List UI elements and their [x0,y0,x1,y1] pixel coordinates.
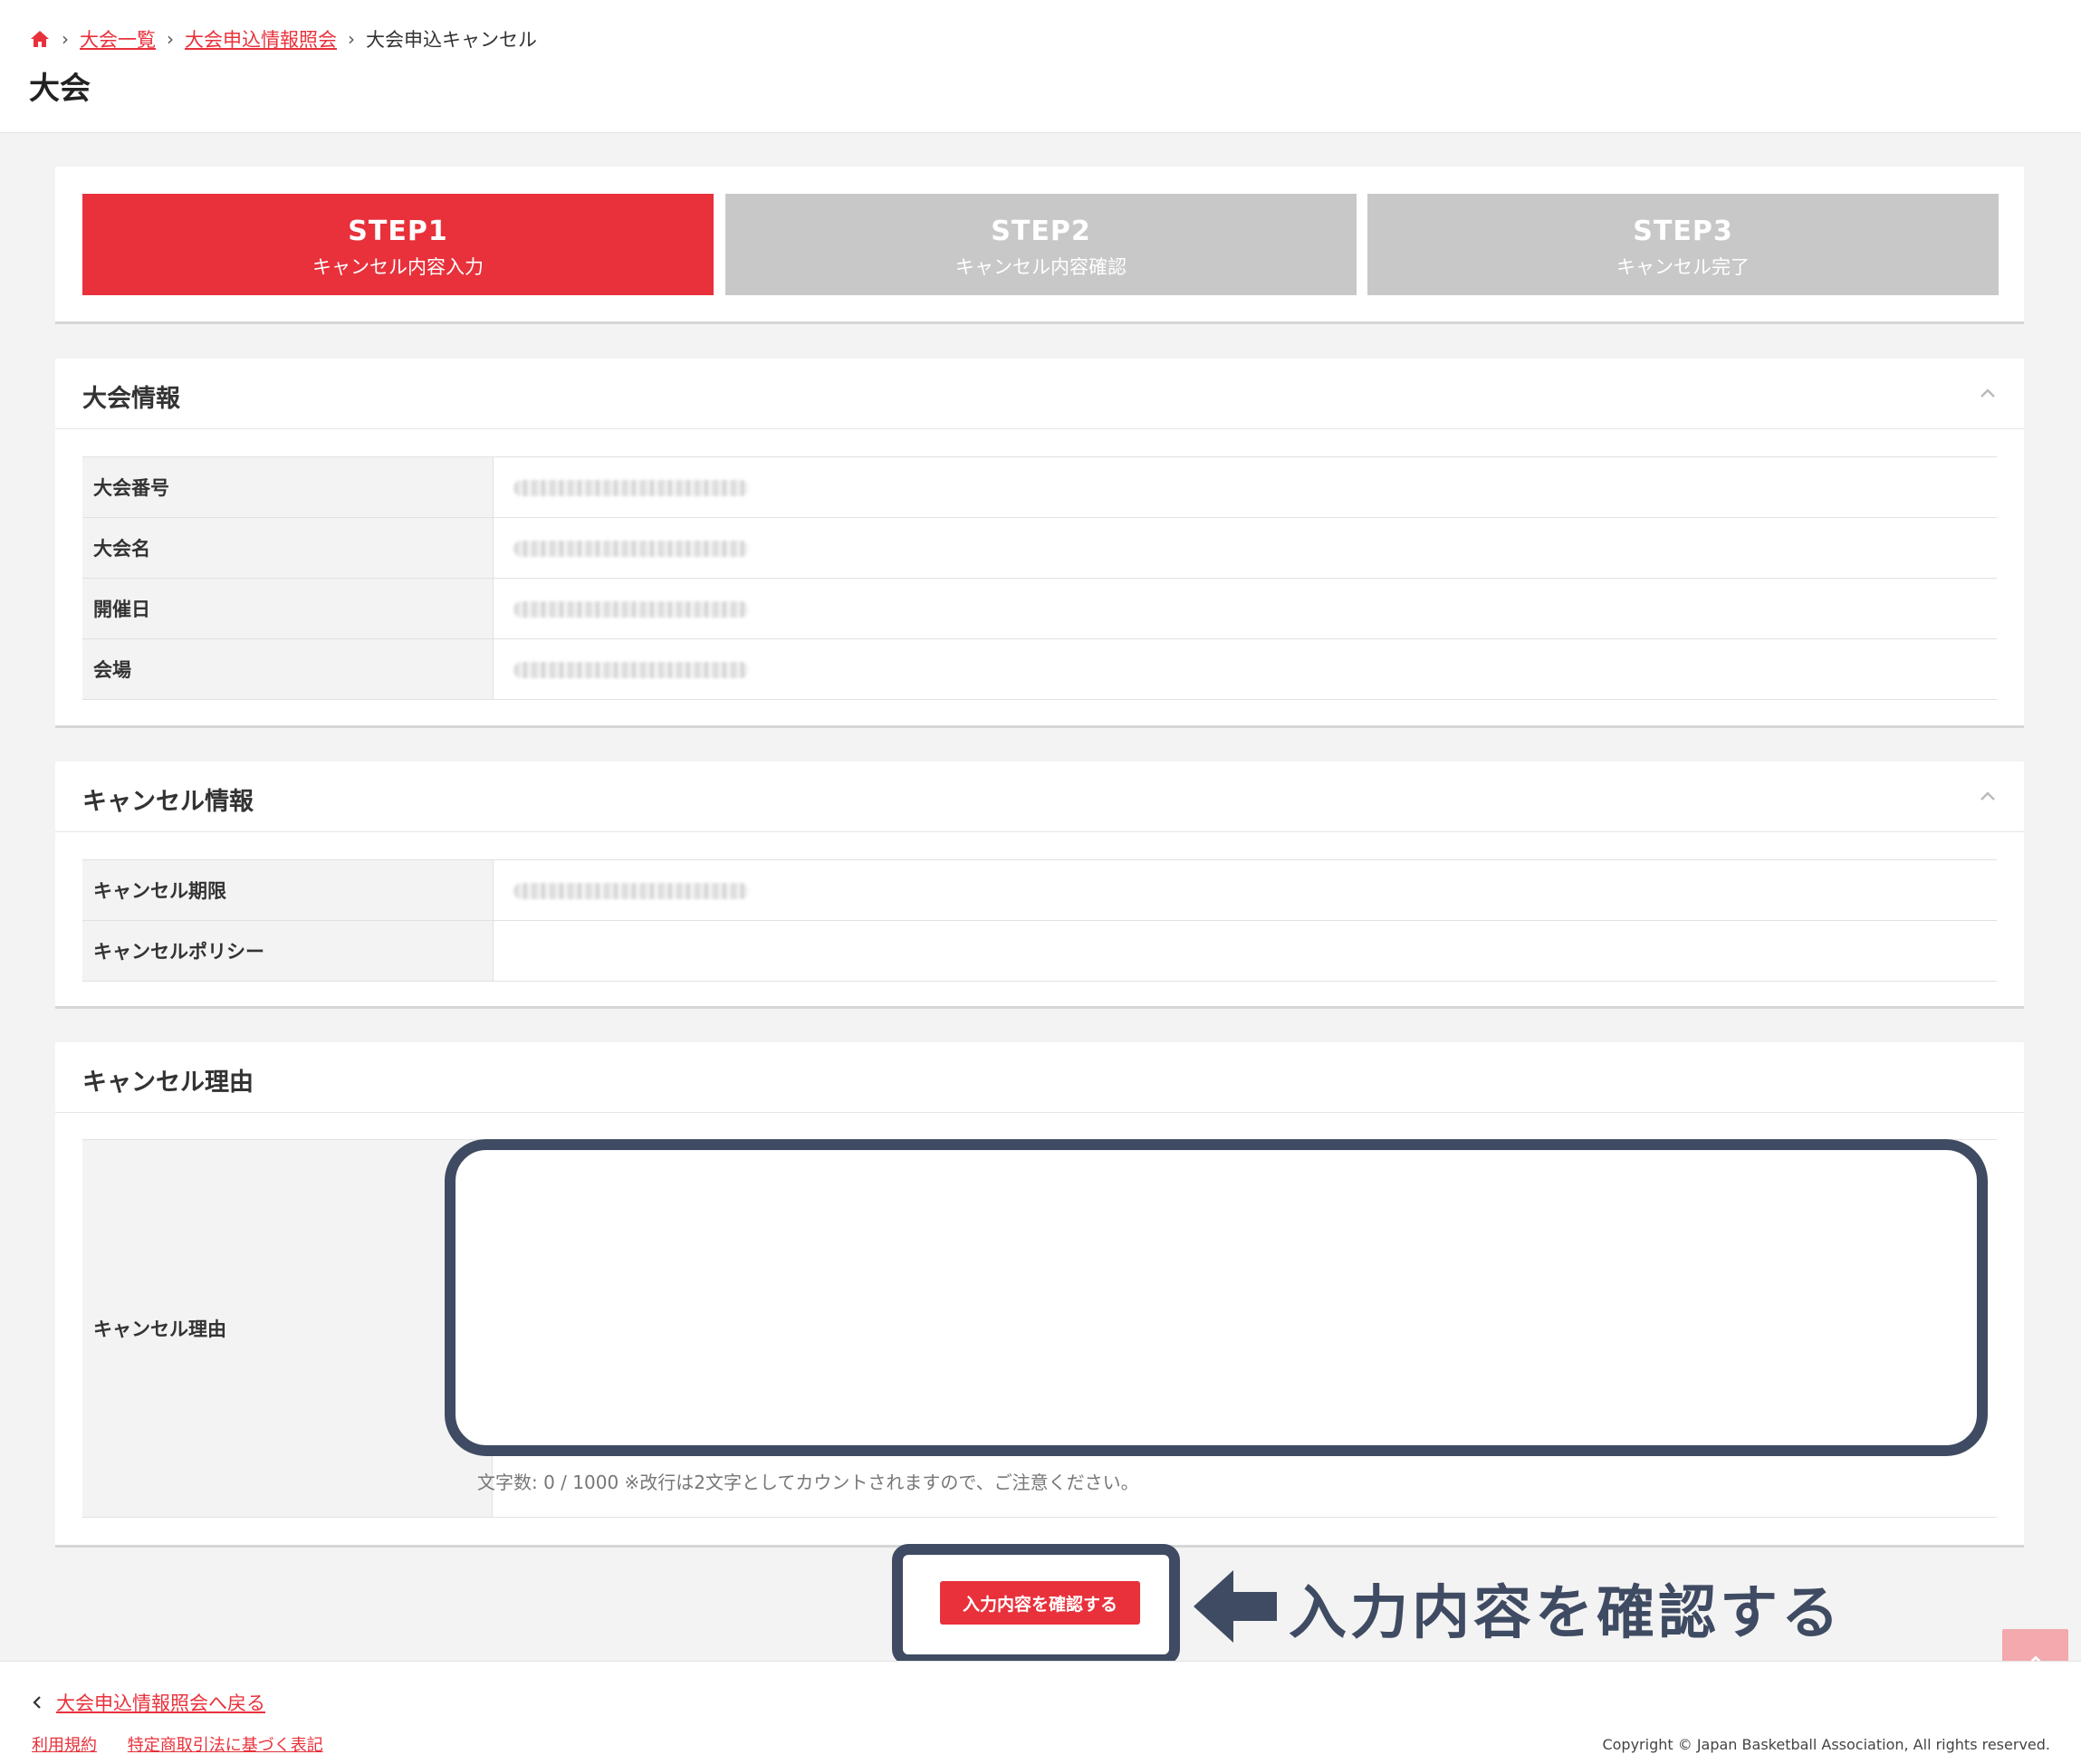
step-2-label: キャンセル内容確認 [955,256,1127,278]
chevron-up-icon[interactable] [1977,786,1999,808]
step-3: STEP3 キャンセル完了 [1367,194,1999,295]
home-icon[interactable] [29,28,51,50]
cancel-info-panel: キャンセル情報 キャンセル期限 キャンセルポリシー [55,762,2024,1009]
breadcrumb-link-application-inquiry[interactable]: 大会申込情報照会 [185,25,337,53]
redacted-text [513,541,749,557]
chevron-right-icon: › [167,28,174,50]
redacted-text [513,480,749,496]
row-value-redacted [493,859,1997,921]
row-value-empty [493,920,1997,982]
step-3-number: STEP3 [1633,216,1733,247]
breadcrumb: › 大会一覧 › 大会申込情報照会 › 大会申込キャンセル [29,25,537,53]
chevron-up-icon[interactable] [1977,383,1999,405]
breadcrumb-link-tournament-list[interactable]: 大会一覧 [80,25,156,53]
cancel-info-header[interactable]: キャンセル情報 [55,762,2024,832]
tournament-info-header[interactable]: 大会情報 [55,359,2024,429]
table-row: キャンセルポリシー [82,920,1997,982]
tournament-info-panel: 大会情報 大会番号 大会名 開催日 会場 [55,359,2024,728]
step-indicator: STEP1 キャンセル内容入力 STEP2 キャンセル内容確認 STEP3 キャ… [55,167,2024,324]
char-count-hint: 文字数: 0 / 1000 ※改行は2文字としてカウントされますので、ご注意くだ… [477,1472,1139,1493]
step-3-label: キャンセル完了 [1616,256,1750,278]
redacted-text [513,883,749,899]
table-row: 大会番号 [82,456,1997,518]
page-header: › 大会一覧 › 大会申込情報照会 › 大会申込キャンセル 大会 [0,0,2081,133]
breadcrumb-current: 大会申込キャンセル [366,29,537,51]
cancel-reason-label: キャンセル理由 [82,1140,493,1517]
chevron-right-icon: › [348,28,355,50]
redacted-text [513,601,749,618]
tournament-info-table: 大会番号 大会名 開催日 会場 [82,456,1997,700]
row-label: 会場 [82,638,494,700]
redacted-text [513,662,749,678]
step-1: STEP1 キャンセル内容入力 [82,194,714,295]
arrow-left-icon [1194,1570,1277,1643]
row-value-redacted [493,638,1997,700]
row-label: キャンセル期限 [82,859,494,921]
cancel-info-table: キャンセル期限 キャンセルポリシー [82,859,1997,982]
table-row: 会場 [82,638,1997,700]
chevron-right-icon: › [62,28,69,50]
footer-links: 利用規約 特定商取引法に基づく表記 [32,1732,349,1756]
back-link[interactable]: 大会申込情報照会へ戻る [56,1689,265,1716]
row-value-redacted [493,456,1997,518]
row-value-redacted [493,578,1997,639]
annotation-text: 入力内容を確認する [1289,1580,1843,1647]
table-row: 開催日 [82,578,1997,639]
confirm-button[interactable]: 入力内容を確認する [940,1581,1140,1625]
row-label: キャンセルポリシー [82,920,494,982]
row-value-redacted [493,517,1997,579]
back-link-row: 大会申込情報照会へ戻る [29,1689,265,1716]
row-label: 開催日 [82,578,494,639]
table-row: 大会名 [82,517,1997,579]
page-title: 大会 [29,71,91,107]
row-label: 大会番号 [82,456,494,518]
cancel-reason-textarea[interactable] [445,1139,1988,1456]
table-row: キャンセル期限 [82,859,1997,921]
row-label: 大会名 [82,517,494,579]
cancel-reason-title: キャンセル理由 [82,1069,254,1097]
copyright: Copyright © Japan Basketball Association… [1602,1736,2050,1753]
tournament-info-title: 大会情報 [82,385,180,413]
step-2: STEP2 キャンセル内容確認 [725,194,1357,295]
terms-link[interactable]: 利用規約 [32,1736,97,1755]
chevron-left-icon [33,1696,41,1709]
commerce-law-link[interactable]: 特定商取引法に基づく表記 [128,1736,323,1755]
step-1-label: キャンセル内容入力 [312,256,484,278]
cancel-reason-header: キャンセル理由 [55,1042,2024,1113]
step-1-number: STEP1 [348,216,448,247]
cancel-info-title: キャンセル情報 [82,788,254,816]
step-2-number: STEP2 [991,216,1091,247]
page-footer: 大会申込情報照会へ戻る 利用規約 特定商取引法に基づく表記 Copyright … [0,1661,2081,1764]
